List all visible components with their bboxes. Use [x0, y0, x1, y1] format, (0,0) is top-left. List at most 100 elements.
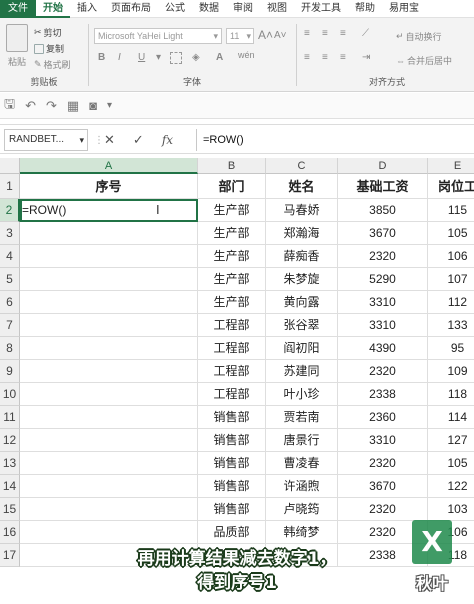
table-cell[interactable]: 3310 — [338, 291, 428, 314]
table-cell[interactable]: 2320 — [338, 452, 428, 475]
menu-item-3[interactable]: 页面布局 — [104, 0, 158, 18]
paste-button[interactable]: 粘贴 — [8, 55, 26, 68]
italic-button[interactable]: I — [118, 52, 121, 63]
header-cell[interactable]: 基础工资 — [338, 174, 428, 199]
table-cell[interactable]: 销售部 — [198, 429, 266, 452]
menu-item-2[interactable]: 插入 — [70, 0, 104, 18]
save-icon[interactable]: 🖫 — [4, 95, 15, 117]
row-header[interactable]: 11 — [0, 406, 20, 429]
menu-item-0[interactable]: 文件 — [0, 0, 36, 18]
table-cell[interactable]: 卢晓筠 — [266, 498, 338, 521]
paste-icon[interactable] — [6, 24, 28, 52]
row-header[interactable]: 9 — [0, 360, 20, 383]
insert-function-icon[interactable]: fx — [162, 133, 173, 147]
table-cell[interactable] — [20, 337, 198, 360]
align-middle-icon[interactable]: ≡ — [322, 28, 328, 39]
table-cell[interactable] — [20, 452, 198, 475]
header-cell[interactable]: 序号 — [20, 174, 198, 199]
font-name-select[interactable]: Microsoft YaHei Light ▾ — [94, 28, 222, 44]
customize-icon[interactable]: ▾ — [107, 100, 112, 111]
table-cell[interactable]: 生产部 — [198, 199, 266, 222]
row-header[interactable]: 6 — [0, 291, 20, 314]
wrap-text-button[interactable]: ↵ 自动换行 — [396, 30, 442, 43]
cancel-icon[interactable]: ✕ — [104, 132, 115, 148]
table-cell[interactable] — [20, 360, 198, 383]
table-cell[interactable] — [20, 406, 198, 429]
bold-button[interactable]: B — [98, 52, 105, 63]
table-cell[interactable]: 3670 — [338, 222, 428, 245]
header-cell[interactable]: 岗位工 — [428, 174, 474, 199]
row-header[interactable]: 15 — [0, 498, 20, 521]
grow-font-button[interactable]: A˄ — [258, 28, 273, 42]
table-cell[interactable]: 工程部 — [198, 383, 266, 406]
table-cell[interactable]: 2338 — [338, 383, 428, 406]
table-cell[interactable]: 3670 — [338, 475, 428, 498]
table-cell[interactable]: 销售部 — [198, 475, 266, 498]
table-cell[interactable] — [20, 521, 198, 544]
table-cell[interactable]: 黄向露 — [266, 291, 338, 314]
table-cell[interactable]: 销售部 — [198, 452, 266, 475]
table-cell[interactable] — [20, 291, 198, 314]
row-header[interactable]: 2 — [0, 199, 20, 222]
worksheet-grid[interactable]: A B C D E 1 2 3 4 5 6 7 8 9 10 11 12 13 14 15 16 17 序号 部门 姓名 基础工资… — [0, 158, 474, 604]
table-cell[interactable]: 4390 — [338, 337, 428, 360]
active-cell[interactable]: =ROW() — [20, 199, 198, 222]
table-cell[interactable]: 105 — [428, 222, 474, 245]
header-cell[interactable]: 部门 — [198, 174, 266, 199]
table-cell[interactable]: 品质部 — [198, 521, 266, 544]
redo-icon[interactable]: ↷ — [46, 98, 57, 114]
row-header[interactable]: 8 — [0, 337, 20, 360]
name-box[interactable]: RANDBET... ▾ — [4, 129, 88, 151]
table-cell[interactable]: 郑瀚海 — [266, 222, 338, 245]
indent-icon[interactable]: ⇥ — [362, 52, 370, 63]
table-cell[interactable]: 127 — [428, 429, 474, 452]
underline-dropdown[interactable]: ▾ — [156, 52, 161, 63]
underline-button[interactable]: U — [138, 52, 145, 63]
table-cell[interactable]: 106 — [428, 245, 474, 268]
table-cell[interactable]: 103 — [428, 498, 474, 521]
table-cell[interactable]: 133 — [428, 314, 474, 337]
table-cell[interactable] — [20, 222, 198, 245]
align-left-icon[interactable]: ≡ — [304, 52, 310, 63]
table-cell[interactable]: 工程部 — [198, 337, 266, 360]
table-cell[interactable]: 销售部 — [198, 406, 266, 429]
column-header-d[interactable]: D — [338, 158, 428, 174]
table-cell[interactable] — [20, 429, 198, 452]
table-cell[interactable]: 许涵煦 — [266, 475, 338, 498]
table-cell[interactable]: 生产部 — [198, 245, 266, 268]
font-size-select[interactable]: 11 ▾ — [226, 28, 254, 44]
format-painter-button[interactable]: ✎ 格式刷 — [34, 58, 71, 71]
table-cell[interactable] — [20, 383, 198, 406]
row-header[interactable]: 1 — [0, 174, 20, 199]
enter-icon[interactable]: ✓ — [133, 132, 144, 148]
table-cell[interactable]: 张谷翠 — [266, 314, 338, 337]
align-bottom-icon[interactable]: ≡ — [340, 28, 346, 39]
table-cell[interactable]: 朱梦旋 — [266, 268, 338, 291]
table-cell[interactable]: 2320 — [338, 360, 428, 383]
menu-item-7[interactable]: 视图 — [260, 0, 294, 18]
menu-item-1[interactable]: 开始 — [36, 0, 70, 18]
table-cell[interactable]: 3310 — [338, 314, 428, 337]
drag-handle-icon[interactable]: ⋮ — [94, 135, 104, 146]
table-cell[interactable] — [20, 475, 198, 498]
align-top-icon[interactable]: ≡ — [304, 28, 310, 39]
row-header[interactable]: 10 — [0, 383, 20, 406]
table-cell[interactable]: 阎初阳 — [266, 337, 338, 360]
table-cell[interactable]: 贾若南 — [266, 406, 338, 429]
table-cell[interactable]: 2320 — [338, 498, 428, 521]
table-cell[interactable]: 112 — [428, 291, 474, 314]
table-cell[interactable]: 95 — [428, 337, 474, 360]
font-color-icon[interactable]: A — [216, 52, 223, 63]
row-header[interactable]: 14 — [0, 475, 20, 498]
table-cell[interactable] — [20, 314, 198, 337]
fill-color-icon[interactable]: ◈ — [192, 52, 200, 63]
table-cell[interactable]: 2320 — [338, 245, 428, 268]
menu-item-6[interactable]: 审阅 — [226, 0, 260, 18]
table-cell[interactable]: 工程部 — [198, 360, 266, 383]
shrink-font-button[interactable]: A˅ — [274, 30, 287, 41]
menu-item-10[interactable]: 易用宝 — [382, 0, 426, 18]
column-header-b[interactable]: B — [198, 158, 266, 174]
row-header[interactable]: 5 — [0, 268, 20, 291]
table-cell[interactable]: 122 — [428, 475, 474, 498]
cut-button[interactable]: ✂ 剪切 — [34, 26, 62, 39]
